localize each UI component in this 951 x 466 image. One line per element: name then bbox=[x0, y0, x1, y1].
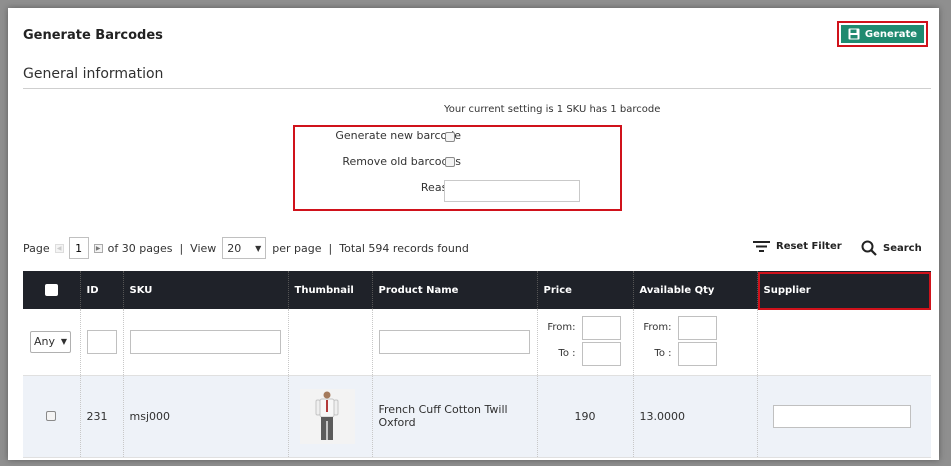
filter-select-cell: Any ▼ bbox=[23, 309, 81, 376]
section-divider bbox=[23, 88, 931, 89]
filter-qty-cell: From: To : bbox=[633, 309, 758, 376]
row-supplier-cell bbox=[757, 375, 931, 458]
filter-product-name-cell bbox=[372, 309, 538, 376]
prev-page-icon[interactable]: ◀ bbox=[54, 243, 64, 253]
price-from-input[interactable] bbox=[581, 315, 621, 340]
row-id: 231 bbox=[80, 375, 124, 458]
page-title: Generate Barcodes bbox=[23, 28, 163, 43]
per-page-select[interactable]: 20 ▼ bbox=[222, 237, 267, 259]
grid-header-row: ID SKU Thumbnail Product Name Price Avai… bbox=[23, 271, 931, 309]
row-product-name: French Cuff Cotton Twill Oxford bbox=[372, 375, 538, 458]
row-select-cell bbox=[23, 375, 81, 458]
id-filter-input[interactable] bbox=[86, 329, 117, 354]
pager-separator-2: | bbox=[328, 241, 333, 255]
filter-price-cell: From: To : bbox=[537, 309, 634, 376]
generate-button[interactable]: Generate bbox=[841, 25, 924, 43]
search-button[interactable]: Search bbox=[861, 240, 922, 256]
filter-supplier-cell bbox=[757, 309, 931, 376]
column-header-available-qty[interactable]: Available Qty bbox=[633, 271, 758, 309]
section-title: General information bbox=[23, 66, 164, 82]
view-label: View bbox=[190, 241, 217, 255]
table-row[interactable]: 231 msj000 French Cuff Cotton Twill Oxfo… bbox=[23, 375, 931, 458]
price-from-label: From: bbox=[547, 322, 576, 334]
row-price: 190 bbox=[537, 375, 634, 458]
search-icon bbox=[861, 240, 877, 256]
qty-to-input[interactable] bbox=[677, 341, 717, 366]
chevron-down-icon: ▼ bbox=[60, 337, 67, 347]
select-all-header bbox=[23, 271, 81, 309]
row-sku: msj000 bbox=[123, 375, 289, 458]
page-label: Page bbox=[23, 241, 50, 255]
next-page-icon[interactable]: ▶ bbox=[93, 243, 103, 253]
row-checkbox[interactable] bbox=[46, 411, 57, 421]
reason-input[interactable] bbox=[444, 180, 580, 202]
total-records-text: Total 594 records found bbox=[339, 241, 469, 255]
column-header-price[interactable]: Price bbox=[537, 271, 634, 309]
generate-new-barcode-label: Generate new barcode bbox=[335, 129, 461, 142]
filter-sku-cell bbox=[123, 309, 289, 376]
select-filter-value: Any bbox=[34, 335, 56, 349]
column-header-product-name[interactable]: Product Name bbox=[372, 271, 538, 309]
remove-old-barcodes-checkbox[interactable] bbox=[445, 157, 455, 167]
barcode-setting-note: Your current setting is 1 SKU has 1 barc… bbox=[444, 104, 661, 115]
select-all-checkbox[interactable] bbox=[44, 284, 58, 296]
per-page-value: 20 bbox=[227, 241, 242, 255]
row-available-qty: 13.0000 bbox=[633, 375, 758, 458]
column-header-sku[interactable]: SKU bbox=[123, 271, 289, 309]
column-header-thumbnail: Thumbnail bbox=[288, 271, 373, 309]
row-thumbnail-cell bbox=[288, 375, 373, 458]
supplier-input[interactable] bbox=[772, 404, 911, 428]
filter-id-cell bbox=[80, 309, 124, 376]
filter-row: Any ▼ From: To: From: To: bbox=[23, 309, 931, 376]
search-label: Search bbox=[883, 242, 922, 254]
filter-lines-icon bbox=[753, 241, 770, 252]
product-thumbnail-icon[interactable] bbox=[299, 388, 355, 444]
qty-to-label: To : bbox=[654, 348, 672, 360]
column-header-id[interactable]: ID bbox=[80, 271, 124, 309]
per-page-label: per page bbox=[272, 241, 322, 255]
barcode-grid: ID SKU Thumbnail Product Name Price Avai… bbox=[23, 271, 931, 458]
chevron-down-icon: ▼ bbox=[255, 243, 262, 253]
remove-old-barcodes-label: Remove old barcodes bbox=[342, 155, 461, 168]
reset-filter-label: Reset Filter bbox=[776, 241, 842, 252]
generate-new-barcode-checkbox[interactable] bbox=[445, 132, 455, 142]
qty-from-input[interactable] bbox=[677, 315, 717, 340]
floppy-disk-icon bbox=[848, 28, 860, 40]
product-name-filter-input[interactable] bbox=[378, 329, 530, 354]
generate-button-label: Generate bbox=[864, 28, 918, 40]
page-count-text: of 30 pages bbox=[107, 241, 173, 255]
qty-from-label: From: bbox=[643, 322, 672, 334]
select-filter-dropdown[interactable]: Any ▼ bbox=[30, 330, 71, 353]
pagination-bar: Page ◀ ▶ of 30 pages | View 20 ▼ per pag… bbox=[23, 236, 469, 260]
filter-thumbnail-cell bbox=[288, 309, 373, 376]
column-header-supplier[interactable]: Supplier bbox=[757, 271, 931, 309]
sku-filter-input[interactable] bbox=[129, 329, 281, 354]
page-number-input[interactable] bbox=[68, 237, 89, 259]
reset-filter-button[interactable]: Reset Filter bbox=[753, 240, 842, 253]
generate-button-highlight: Generate bbox=[837, 21, 928, 47]
generate-barcodes-panel: Generate Barcodes Generate General infor… bbox=[8, 8, 939, 460]
price-to-input[interactable] bbox=[581, 341, 621, 366]
pager-separator: | bbox=[179, 241, 184, 255]
price-to-label: To : bbox=[558, 348, 576, 360]
